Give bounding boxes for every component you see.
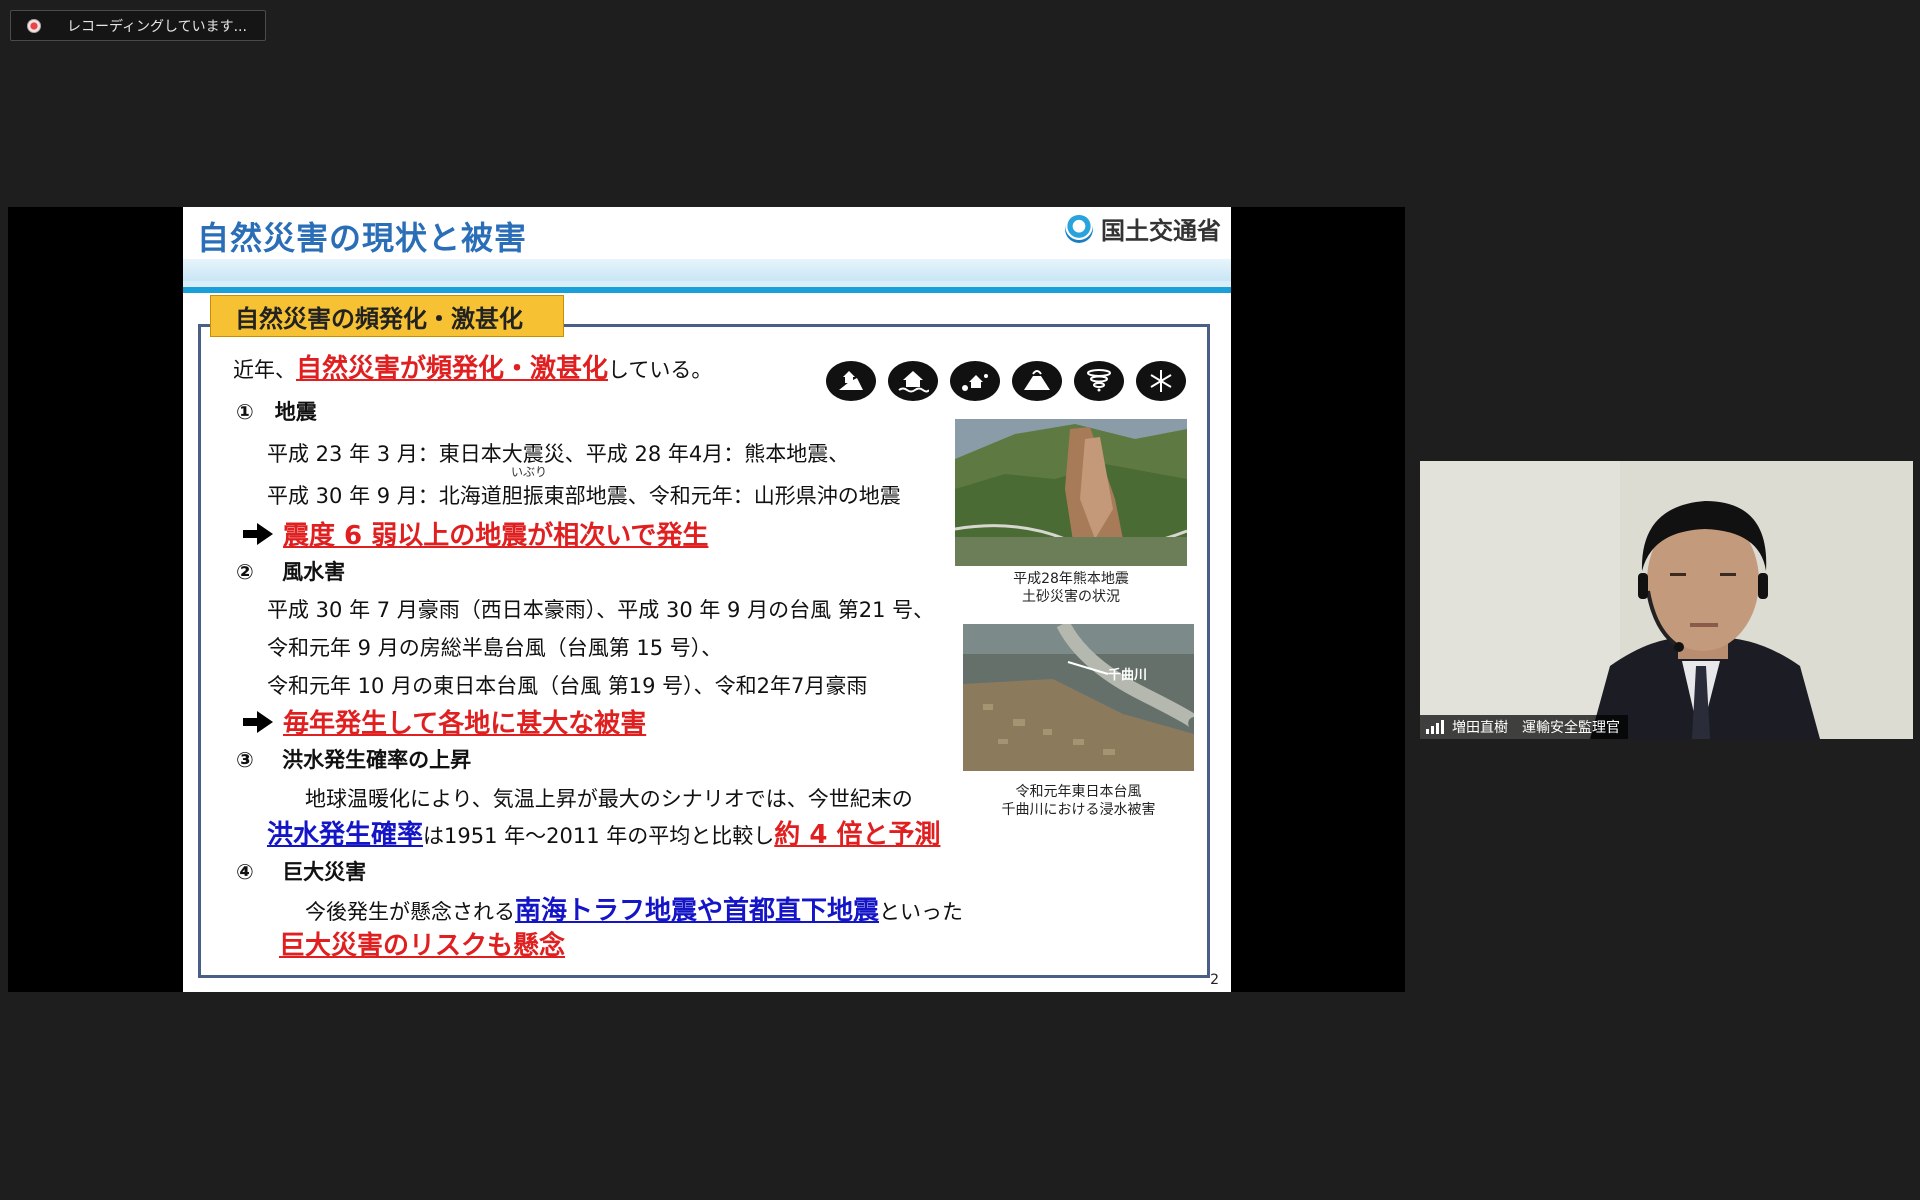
flood-probability-highlight: 洪水発生確率 xyxy=(267,820,424,850)
storm-conclusion-text: 毎年発生して各地に甚大な被害 xyxy=(283,709,647,739)
recording-indicator[interactable]: レコーディングしています... xyxy=(10,10,266,41)
flood-probability-prediction: 約 4 倍と予測 xyxy=(774,820,941,850)
slide-title: 自然災害の現状と被害 xyxy=(197,219,528,257)
signal-strength-icon xyxy=(1426,720,1444,734)
section-badge: 自然災害の頻発化・激甚化 xyxy=(210,295,564,337)
kumamoto-landslide-photo xyxy=(955,419,1187,566)
mega-disaster-line-1: 今後発生が懸念される南海トラフ地震や首都直下地震といった xyxy=(305,890,963,927)
arrow-right-icon xyxy=(243,710,273,733)
hazard-icon-row xyxy=(826,361,1186,401)
flood-probability-line-1: 地球温暖化により、気温上昇が最大のシナリオでは、今世紀末の xyxy=(305,787,913,811)
earthquake-line-1: 平成 23 年 3 月：東日本大震災、平成 28 年4月：熊本地震、 xyxy=(267,442,850,466)
photo1-caption: 平成28年熊本地震 土砂災害の状況 xyxy=(955,570,1187,606)
mega-disaster-highlight: 南海トラフ地震や首都直下地震 xyxy=(515,896,880,926)
participant-video xyxy=(1420,461,1913,739)
earthquake-conclusion: 震度 6 弱以上の地震が相次いで発生 xyxy=(243,515,708,552)
mega-disaster-suffix: といった xyxy=(879,900,964,924)
photo2-caption-line1: 令和元年東日本台風 xyxy=(1015,784,1142,800)
webcam-video[interactable]: 増田直樹 運輸安全監理官 xyxy=(1420,461,1913,739)
flood-probability-mid: は1951 年～2011 年の平均と比較し xyxy=(423,824,775,848)
header-stripe xyxy=(183,287,1231,293)
earthquake-conclusion-text: 震度 6 弱以上の地震が相次いで発生 xyxy=(283,521,709,551)
shared-screen: 自然災害の現状と被害 国土交通省 自然災害の頻発化・激甚化 近年、自然災害が頻発… xyxy=(8,207,1405,992)
chikuma-flood-photo: 千曲川 xyxy=(963,624,1194,771)
snow-icon xyxy=(1136,361,1186,401)
participant-name: 増田直樹 運輸安全監理官 xyxy=(1452,720,1620,736)
storm-heading: ② 風水害 xyxy=(236,560,346,584)
photo1-caption-line1: 平成28年熊本地震 xyxy=(1013,571,1129,587)
arrow-right-icon xyxy=(243,522,273,545)
photo2-caption: 令和元年東日本台風 千曲川における浸水被害 xyxy=(963,783,1194,819)
presentation-slide: 自然災害の現状と被害 国土交通省 自然災害の頻発化・激甚化 近年、自然災害が頻発… xyxy=(183,207,1231,992)
volcano-icon xyxy=(1012,361,1062,401)
page-number: 2 xyxy=(1210,972,1219,988)
chikuma-river-label: 千曲川 xyxy=(1108,668,1148,683)
mlit-logo: 国土交通省 xyxy=(1065,211,1221,246)
slide-header: 自然災害の現状と被害 国土交通省 xyxy=(183,207,1231,293)
storm-line-1: 平成 30 年 7 月豪雨（西日本豪雨）、平成 30 年 9 月の台風 第21 … xyxy=(267,598,935,622)
photo1-caption-line2: 土砂災害の状況 xyxy=(1022,589,1120,605)
photo2-caption-line2: 千曲川における浸水被害 xyxy=(1001,802,1156,818)
landslide-icon xyxy=(826,361,876,401)
intro-suffix: している。 xyxy=(608,358,713,382)
intro-highlight: 自然災害が頻発化・激甚化 xyxy=(296,354,609,384)
earthquake-heading: ① 地震 xyxy=(236,400,317,424)
recording-label: レコーディングしています... xyxy=(67,18,247,35)
participant-name-label: 増田直樹 運輸安全監理官 xyxy=(1420,715,1628,739)
debris-flow-icon xyxy=(950,361,1000,401)
header-stripe xyxy=(183,259,1231,281)
tornado-icon xyxy=(1074,361,1124,401)
flood-house-icon xyxy=(888,361,938,401)
mega-disaster-prefix: 今後発生が懸念される xyxy=(305,900,515,924)
mlit-logo-text: 国土交通省 xyxy=(1101,217,1221,245)
intro-prefix: 近年、 xyxy=(233,358,296,382)
mega-disaster-conclusion: 巨大災害のリスクも懸念 xyxy=(279,925,565,962)
ruby-text: いぶり xyxy=(511,465,548,479)
mlit-emblem-icon xyxy=(1065,214,1093,243)
intro-line: 近年、自然災害が頻発化・激甚化している。 xyxy=(233,348,712,385)
flood-probability-line-2: 洪水発生確率は1951 年～2011 年の平均と比較し約 4 倍と予測 xyxy=(267,814,940,851)
record-icon xyxy=(27,18,41,33)
earthquake-line-2: 平成 30 年 9 月：北海道胆振東部地震、令和元年：山形県沖の地震 xyxy=(267,484,901,508)
storm-conclusion: 毎年発生して各地に甚大な被害 xyxy=(243,703,646,740)
flood-probability-heading: ③ 洪水発生確率の上昇 xyxy=(236,748,472,772)
mega-disaster-conclusion-text: 巨大災害のリスクも懸念 xyxy=(279,931,566,961)
mega-disaster-heading: ④ 巨大災害 xyxy=(236,860,367,884)
storm-line-3: 令和元年 10 月の東日本台風（台風 第19 号）、令和2年7月豪雨 xyxy=(267,674,868,698)
storm-line-2: 令和元年 9 月の房総半島台風（台風第 15 号）、 xyxy=(267,636,723,660)
